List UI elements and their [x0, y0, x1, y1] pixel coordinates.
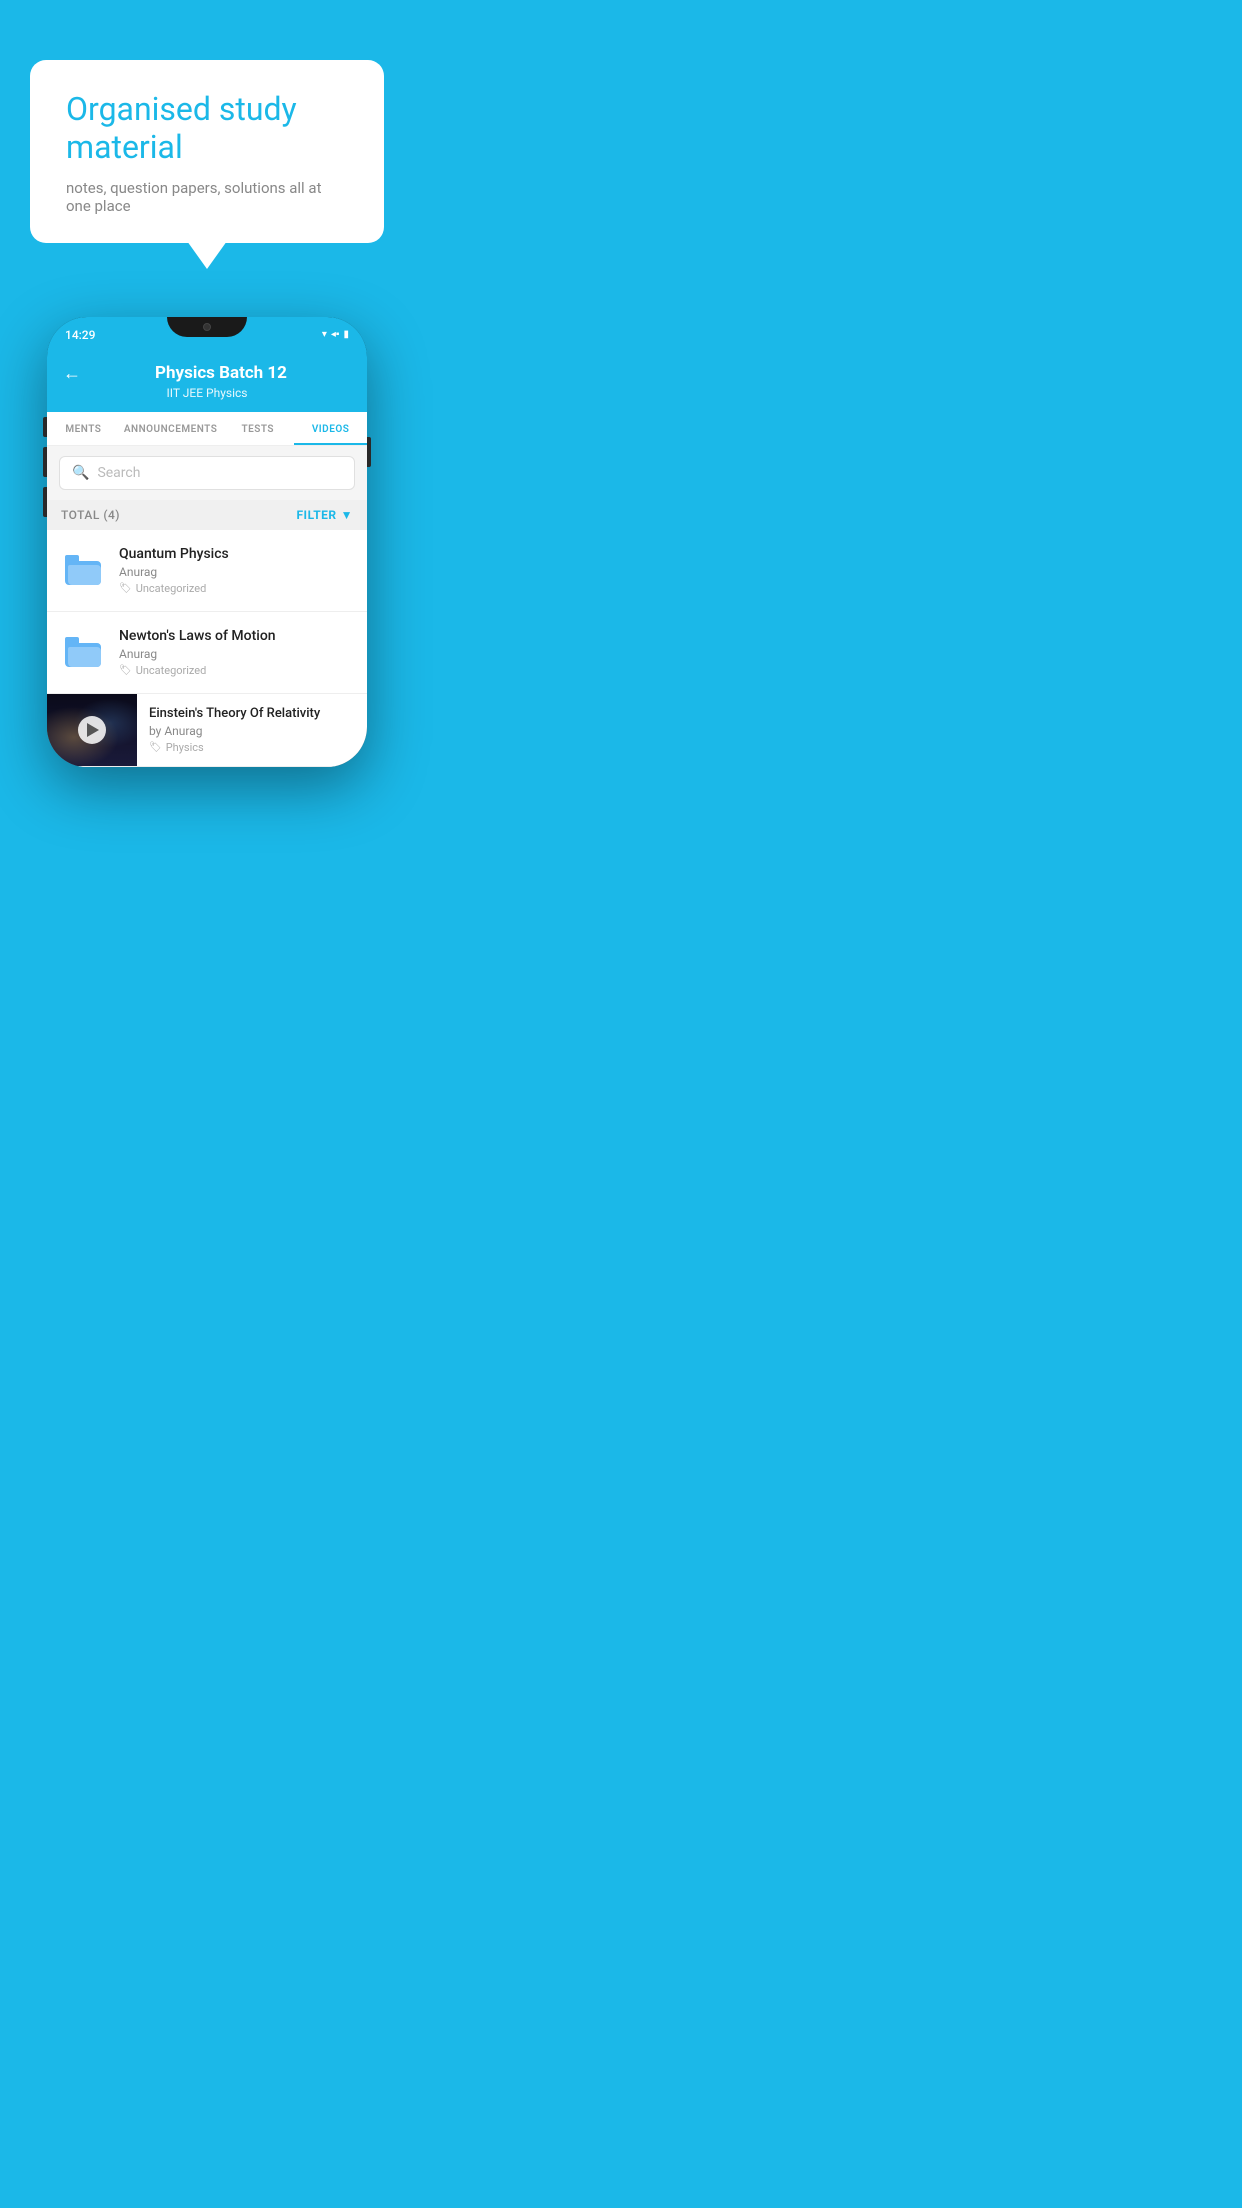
tag-label: Uncategorized	[136, 664, 207, 677]
content-list: Quantum Physics Anurag 🏷 Uncategorized	[47, 530, 367, 767]
tag-icon: 🏷	[119, 665, 132, 676]
filter-button[interactable]: FILTER ▼	[296, 508, 353, 522]
header-row: ← Physics Batch 12	[63, 363, 351, 384]
search-icon: 🔍	[72, 465, 89, 481]
wifi-icon: ▾	[322, 329, 327, 340]
phone-power-button	[367, 437, 371, 467]
item-info: Quantum Physics Anurag 🏷 Uncategorized	[119, 546, 353, 595]
front-camera	[203, 323, 211, 331]
tab-videos[interactable]: VIDEOS	[294, 412, 367, 445]
status-icons: ▾ ◂▪ ▮	[322, 329, 349, 340]
total-count: TOTAL (4)	[61, 508, 120, 522]
status-bar: 14:29 ▾ ◂▪ ▮	[47, 317, 367, 353]
back-button[interactable]: ←	[63, 363, 81, 384]
phone-screen: 14:29 ▾ ◂▪ ▮ ← Physics Batch 12 IIT JEE …	[47, 317, 367, 767]
tab-announcements[interactable]: ANNOUNCEMENTS	[120, 412, 222, 445]
header-title: Physics Batch 12	[91, 363, 351, 383]
item-title: Newton's Laws of Motion	[119, 628, 353, 644]
item-title: Quantum Physics	[119, 546, 353, 562]
item-author: Anurag	[119, 565, 353, 579]
video-info: Einstein's Theory Of Relativity by Anura…	[137, 696, 367, 764]
video-title: Einstein's Theory Of Relativity	[149, 706, 355, 721]
play-triangle-icon	[87, 723, 99, 737]
bubble-subtitle: notes, question papers, solutions all at…	[66, 179, 348, 215]
folder-icon-wrap	[61, 548, 105, 592]
folder-icon-wrap	[61, 630, 105, 674]
item-tag: 🏷 Uncategorized	[119, 664, 353, 677]
list-item[interactable]: Quantum Physics Anurag 🏷 Uncategorized	[47, 530, 367, 612]
list-item-video[interactable]: Einstein's Theory Of Relativity by Anura…	[47, 694, 367, 767]
filter-label: FILTER	[296, 508, 336, 522]
search-bar-area: 🔍 Search	[47, 446, 367, 500]
app-header: ← Physics Batch 12 IIT JEE Physics	[47, 353, 367, 412]
tag-icon: 🏷	[119, 583, 132, 594]
list-item[interactable]: Newton's Laws of Motion Anurag 🏷 Uncateg…	[47, 612, 367, 694]
folder-front	[68, 565, 101, 585]
tabs-bar: MENTS ANNOUNCEMENTS TESTS VIDEOS	[47, 412, 367, 446]
tag-label: Physics	[166, 741, 204, 754]
item-author: Anurag	[119, 647, 353, 661]
video-author: by Anurag	[149, 724, 355, 738]
filter-bar: TOTAL (4) FILTER ▼	[47, 500, 367, 530]
video-thumbnail	[47, 694, 137, 766]
header-subtitle: IIT JEE Physics	[63, 386, 351, 400]
search-placeholder: Search	[97, 465, 140, 481]
item-info: Newton's Laws of Motion Anurag 🏷 Uncateg…	[119, 628, 353, 677]
search-bar[interactable]: 🔍 Search	[59, 456, 355, 490]
play-button[interactable]	[78, 716, 106, 744]
bubble-title: Organised study material	[66, 90, 348, 167]
signal-icon: ◂▪	[331, 329, 340, 340]
folder-icon	[65, 555, 101, 585]
video-tag: 🏷 Physics	[149, 741, 355, 754]
filter-icon: ▼	[341, 508, 353, 522]
phone-wrapper: 14:29 ▾ ◂▪ ▮ ← Physics Batch 12 IIT JEE …	[47, 317, 367, 767]
tag-label: Uncategorized	[136, 582, 207, 595]
speech-bubble: Organised study material notes, question…	[30, 60, 384, 243]
tab-tests[interactable]: TESTS	[221, 412, 294, 445]
battery-icon: ▮	[343, 329, 349, 340]
item-tag: 🏷 Uncategorized	[119, 582, 353, 595]
tab-ments[interactable]: MENTS	[47, 412, 120, 445]
phone-notch	[167, 317, 247, 337]
folder-front	[68, 647, 101, 667]
folder-icon	[65, 637, 101, 667]
top-section: Organised study material notes, question…	[0, 0, 414, 263]
status-time: 14:29	[65, 328, 95, 342]
tag-icon: 🏷	[149, 742, 162, 753]
